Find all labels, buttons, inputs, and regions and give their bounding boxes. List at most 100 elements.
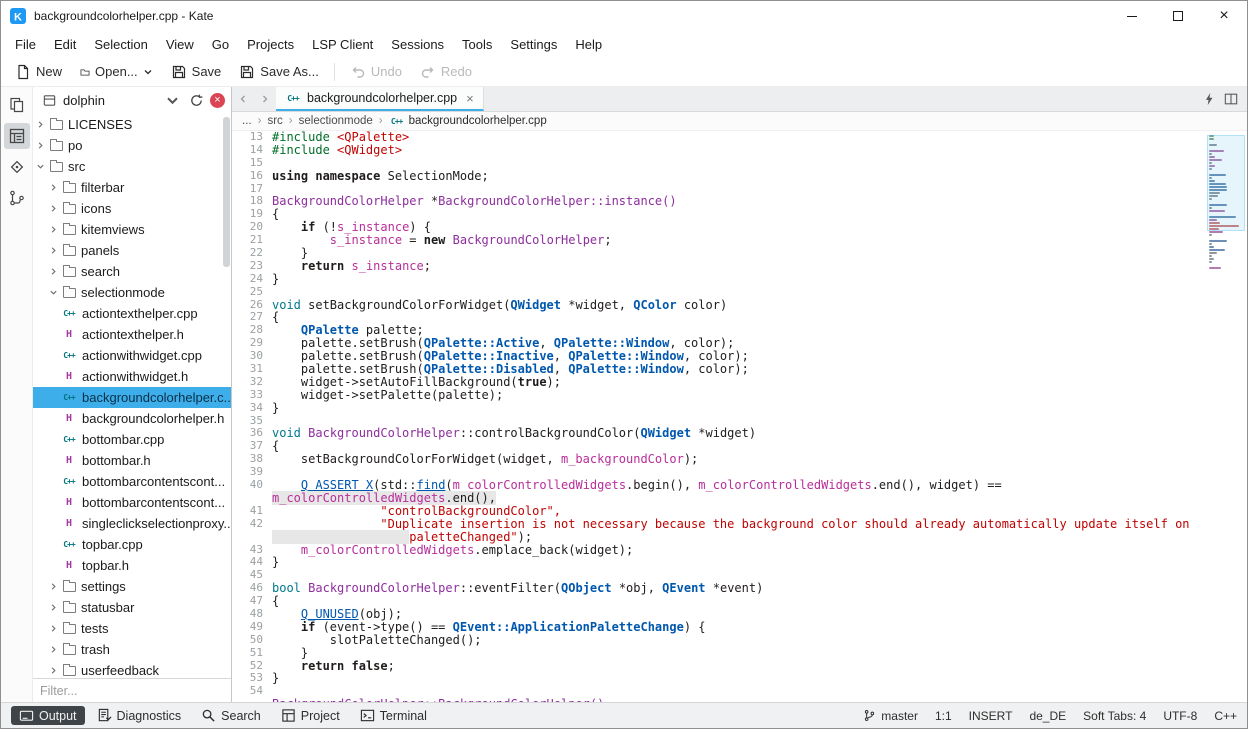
- menu-sessions[interactable]: Sessions: [382, 34, 453, 55]
- code-line[interactable]: 50 slotPaletteChanged();: [232, 634, 1201, 647]
- breadcrumb-collapsed[interactable]: ...: [242, 115, 252, 127]
- output-toolview-button[interactable]: Output: [11, 706, 85, 725]
- undo-button[interactable]: Undo: [342, 61, 410, 83]
- tree-item-bottombarcontentscont[interactable]: Hbottombarcontentscont...: [33, 492, 231, 513]
- code-line[interactable]: 42 "Duplicate insertion is not necessary…: [232, 518, 1201, 531]
- tree-item-filterbar[interactable]: filterbar: [33, 177, 231, 198]
- code-line[interactable]: BackgroundColorHelper::BackgroundColorHe…: [232, 698, 1201, 702]
- expander-icon[interactable]: [48, 645, 58, 654]
- code-line[interactable]: 34}: [232, 402, 1201, 415]
- expander-icon[interactable]: [48, 624, 58, 633]
- expander-icon[interactable]: [48, 288, 58, 297]
- menu-edit[interactable]: Edit: [45, 34, 85, 55]
- code-line[interactable]: 36void BackgroundColorHelper::controlBac…: [232, 427, 1201, 440]
- close-panel-button[interactable]: ×: [210, 93, 225, 108]
- code-line[interactable]: 38 setBackgroundColorForWidget(widget, m…: [232, 453, 1201, 466]
- status-git-branch[interactable]: master: [863, 709, 918, 723]
- diagnostics-toolview-button[interactable]: Diagnostics: [89, 706, 190, 725]
- tree-item-trash[interactable]: trash: [33, 639, 231, 660]
- code-line[interactable]: 40 Q_ASSERT_X(std::find(m_colorControlle…: [232, 479, 1201, 492]
- new-button[interactable]: New: [7, 61, 70, 83]
- tree-item-search[interactable]: search: [33, 261, 231, 282]
- code-line[interactable]: 21 s_instance = new BackgroundColorHelpe…: [232, 234, 1201, 247]
- tree-item-backgroundcolorhelper-c[interactable]: C++backgroundcolorhelper.c...: [33, 387, 231, 408]
- lightning-icon[interactable]: [1202, 92, 1216, 106]
- menu-selection[interactable]: Selection: [85, 34, 156, 55]
- menu-settings[interactable]: Settings: [501, 34, 566, 55]
- refresh-project-button[interactable]: [189, 93, 204, 108]
- status-dictionary[interactable]: de_DE: [1029, 709, 1066, 723]
- breadcrumb-item-src[interactable]: src: [267, 115, 282, 127]
- filter-input[interactable]: [33, 684, 231, 698]
- tab-close-button[interactable]: ×: [466, 91, 474, 106]
- tab-back-button[interactable]: [232, 87, 254, 111]
- code-line[interactable]: 16using namespace SelectionMode;: [232, 170, 1201, 183]
- tree-item-bottombar-h[interactable]: Hbottombar.h: [33, 450, 231, 471]
- toolview-symbols-button[interactable]: [4, 185, 30, 211]
- tree-item-singleclickselectionproxy[interactable]: Hsingleclickselectionproxy...: [33, 513, 231, 534]
- code-line[interactable]: 24}: [232, 273, 1201, 286]
- menu-file[interactable]: File: [6, 34, 45, 55]
- expander-icon[interactable]: [48, 603, 58, 612]
- code-line[interactable]: 46bool BackgroundColorHelper::eventFilte…: [232, 582, 1201, 595]
- status-cursor-position[interactable]: 1:1: [935, 709, 952, 723]
- open-button[interactable]: Open...: [72, 61, 161, 82]
- tree-item-src[interactable]: src: [33, 156, 231, 177]
- code-line[interactable]: 14#include <QWidget>: [232, 144, 1201, 157]
- expander-icon[interactable]: [48, 246, 58, 255]
- status-indentation[interactable]: Soft Tabs: 4: [1083, 709, 1146, 723]
- code-line[interactable]: 52 return false;: [232, 660, 1201, 673]
- toolview-documents-button[interactable]: [4, 92, 30, 118]
- code-line[interactable]: 23 return s_instance;: [232, 260, 1201, 273]
- tree-item-bottombar-cpp[interactable]: C++bottombar.cpp: [33, 429, 231, 450]
- tree-item-panels[interactable]: panels: [33, 240, 231, 261]
- expander-icon[interactable]: [48, 666, 58, 675]
- save-as-button[interactable]: Save As...: [231, 61, 327, 83]
- menu-go[interactable]: Go: [203, 34, 238, 55]
- tree-item-actiontexthelper-cpp[interactable]: C++actiontexthelper.cpp: [33, 303, 231, 324]
- code-line[interactable]: 44}: [232, 556, 1201, 569]
- redo-button[interactable]: Redo: [412, 61, 480, 83]
- tree-item-userfeedback[interactable]: userfeedback: [33, 660, 231, 678]
- toolview-git-button[interactable]: [4, 154, 30, 180]
- close-window-button[interactable]: ×: [1201, 1, 1247, 31]
- maximize-button[interactable]: [1155, 1, 1201, 31]
- menu-projects[interactable]: Projects: [238, 34, 303, 55]
- tree-item-po[interactable]: po: [33, 135, 231, 156]
- tree-item-icons[interactable]: icons: [33, 198, 231, 219]
- code-line[interactable]: 18BackgroundColorHelper *BackgroundColor…: [232, 195, 1201, 208]
- breadcrumb-file[interactable]: C++backgroundcolorhelper.cpp: [389, 115, 547, 127]
- status-syntax-mode[interactable]: C++: [1214, 709, 1237, 723]
- tree-item-settings[interactable]: settings: [33, 576, 231, 597]
- tree-item-tests[interactable]: tests: [33, 618, 231, 639]
- expander-icon[interactable]: [48, 267, 58, 276]
- toolview-projects-button[interactable]: [4, 123, 30, 149]
- code-line[interactable]: 33 widget->setPalette(palette);: [232, 389, 1201, 402]
- code-line[interactable]: 26void setBackgroundColorForWidget(QWidg…: [232, 299, 1201, 312]
- project-toolview-button[interactable]: Project: [273, 706, 348, 725]
- tab-backgroundcolorhelper-cpp[interactable]: C++backgroundcolorhelper.cpp×: [276, 87, 484, 111]
- code-area[interactable]: 13#include <QPalette>14#include <QWidget…: [232, 131, 1247, 702]
- expander-icon[interactable]: [35, 120, 45, 129]
- tree-item-bottombarcontentscont[interactable]: C++bottombarcontentscont...: [33, 471, 231, 492]
- expander-icon[interactable]: [48, 183, 58, 192]
- tree-item-actionwithwidget-cpp[interactable]: C++actionwithwidget.cpp: [33, 345, 231, 366]
- tree-item-topbar-cpp[interactable]: C++topbar.cpp: [33, 534, 231, 555]
- tree-item-actiontexthelper-h[interactable]: Hactiontexthelper.h: [33, 324, 231, 345]
- save-button[interactable]: Save: [163, 61, 230, 83]
- menu-help[interactable]: Help: [566, 34, 611, 55]
- code-line[interactable]: 53}: [232, 672, 1201, 685]
- split-view-icon[interactable]: [1224, 92, 1238, 106]
- minimap[interactable]: [1209, 135, 1243, 698]
- project-selector[interactable]: dolphin: [39, 91, 183, 110]
- menu-view[interactable]: View: [157, 34, 203, 55]
- tree-item-selectionmode[interactable]: selectionmode: [33, 282, 231, 303]
- tab-forward-button[interactable]: [254, 87, 276, 111]
- expander-icon[interactable]: [48, 204, 58, 213]
- tree-item-licenses[interactable]: LICENSES: [33, 114, 231, 135]
- tree-item-statusbar[interactable]: statusbar: [33, 597, 231, 618]
- expander-icon[interactable]: [35, 162, 45, 171]
- expander-icon[interactable]: [35, 141, 45, 150]
- tree-item-backgroundcolorhelper-h[interactable]: Hbackgroundcolorhelper.h: [33, 408, 231, 429]
- status-encoding[interactable]: UTF-8: [1163, 709, 1197, 723]
